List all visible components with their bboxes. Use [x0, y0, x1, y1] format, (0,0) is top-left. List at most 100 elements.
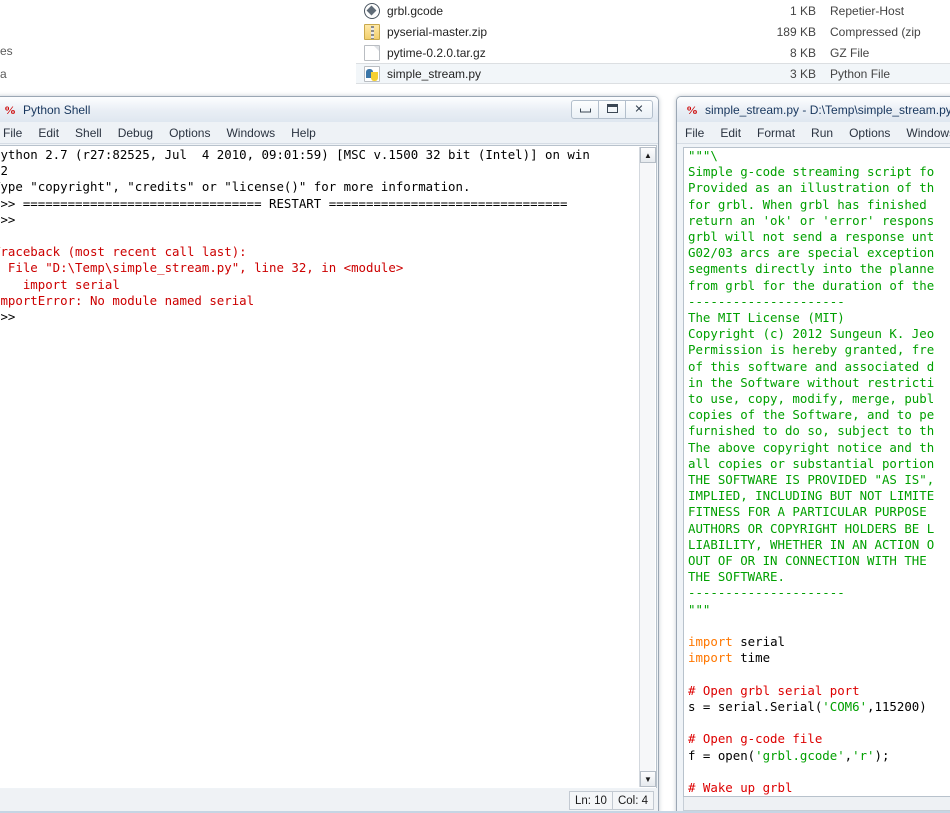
- file-name: pytime-0.2.0.tar.gz: [387, 45, 486, 60]
- code-token-str: from grbl for the duration of the: [688, 277, 935, 293]
- gcode-file-icon: [364, 2, 380, 19]
- code-token-plain: serial: [732, 634, 785, 650]
- python-shell-window[interactable]: % Python Shell ✕ File Edit Shell Debug Optio…: [0, 96, 659, 813]
- file-type: Repetier-Host: [830, 3, 905, 18]
- editor-code-line: [688, 618, 950, 634]
- code-token-str: LIABILITY, WHETHER IN AN ACTION O: [688, 536, 935, 552]
- code-token-kw: import: [688, 650, 733, 666]
- editor-code-line: IMPLIED, INCLUDING BUT NOT LIMITE: [688, 488, 950, 504]
- code-token-str: """: [688, 601, 711, 617]
- code-token-str: to use, copy, modify, merge, publ: [688, 391, 935, 407]
- python-shell-title: Python Shell: [23, 102, 91, 117]
- editor-code-line: for grbl. When grbl has finished: [688, 197, 950, 213]
- file-row[interactable]: pyserial-master.zip 189 KB Compressed (zip: [356, 21, 950, 42]
- editor-code-line: grbl will not send a response unt: [688, 229, 950, 245]
- file-row[interactable]: pytime-0.2.0.tar.gz 8 KB GZ File: [356, 42, 950, 63]
- code-token-str: AUTHORS OR COPYRIGHT HOLDERS BE L: [688, 520, 935, 536]
- code-token-com: # Wake up grbl: [688, 779, 793, 795]
- file-list[interactable]: grbl.gcode 1 KB Repetier-Host pyserial-mast…: [356, 0, 950, 88]
- background-text-fragment-1: es: [0, 44, 13, 58]
- code-token-str: THE SOFTWARE.: [688, 569, 785, 585]
- file-type: GZ File: [830, 45, 870, 60]
- editor-code-line: import time: [688, 650, 950, 666]
- editor-code-line: all copies or substantial portion: [688, 456, 950, 472]
- python-editor-code-text: """\ Simple g-code streaming script fo Pro…: [688, 148, 950, 796]
- shell-output-line: >>>: [0, 211, 16, 227]
- menu-shell-edit[interactable]: Edit: [30, 124, 67, 142]
- editor-code-line: return an 'ok' or 'error' respons: [688, 213, 950, 229]
- code-token-plain: f = open(: [688, 747, 756, 763]
- scroll-down-arrow-icon[interactable]: ▼: [640, 771, 656, 787]
- menu-shell-shell[interactable]: Shell: [67, 124, 110, 142]
- file-name: grbl.gcode: [387, 3, 444, 18]
- python-shell-menubar[interactable]: File Edit Shell Debug Options Windows Help: [0, 122, 658, 144]
- code-token-str: segments directly into the planne: [688, 261, 935, 277]
- editor-code-line: f = open('grbl.gcode','r');: [688, 748, 950, 764]
- code-token-str: THE SOFTWARE IS PROVIDED "AS IS",: [688, 472, 935, 488]
- code-token-str: of this software and associated d: [688, 358, 935, 374]
- python-shell-output-area[interactable]: Python 2.7 (r27:82525, Jul 4 2010, 09:01…: [0, 145, 657, 788]
- python-shell-window-buttons[interactable]: ✕: [571, 100, 653, 119]
- file-size: 189 KB: [776, 24, 816, 39]
- python-shell-vertical-scrollbar[interactable]: ▲ ▼: [639, 147, 656, 787]
- code-token-kw: import: [688, 634, 733, 650]
- python-editor-titlebar[interactable]: % simple_stream.py - D:\Temp\simple_stre…: [677, 97, 950, 122]
- status-line-number: Ln: 10: [568, 791, 613, 810]
- shell-output-line: import serial: [0, 276, 120, 292]
- shell-output-line: Python 2.7 (r27:82525, Jul 4 2010, 09:01…: [0, 147, 590, 162]
- code-token-str: for grbl. When grbl has finished: [688, 196, 935, 212]
- minimize-button[interactable]: [571, 100, 599, 119]
- editor-code-line: THE SOFTWARE IS PROVIDED "AS IS",: [688, 472, 950, 488]
- editor-code-line: """\: [688, 148, 950, 164]
- code-token-str: The above copyright notice and th: [688, 439, 935, 455]
- close-button[interactable]: ✕: [625, 100, 653, 119]
- code-token-com: # Open g-code file: [688, 731, 823, 747]
- code-token-str: 'grbl.gcode': [755, 747, 845, 763]
- menu-shell-options[interactable]: Options: [161, 124, 218, 142]
- code-token-str: IMPLIED, INCLUDING BUT NOT LIMITE: [688, 488, 935, 504]
- shell-output-line: >>>: [0, 309, 16, 325]
- menu-editor-edit[interactable]: Edit: [712, 124, 749, 142]
- python-editor-menubar[interactable]: FileEditFormatRunOptionsWindows: [677, 122, 950, 144]
- code-token-str: 'r': [852, 747, 875, 763]
- menu-shell-windows[interactable]: Windows: [218, 124, 283, 142]
- code-token-str: Simple g-code streaming script fo: [688, 164, 935, 180]
- editor-code-line: [688, 667, 950, 683]
- file-row[interactable]: simple_stream.py 3 KB Python File: [356, 63, 950, 84]
- code-token-str: grbl will not send a response unt: [688, 229, 935, 245]
- python-editor-window[interactable]: % simple_stream.py - D:\Temp\simple_stre…: [676, 96, 950, 813]
- menu-shell-file[interactable]: File: [0, 124, 30, 142]
- menu-editor-format[interactable]: Format: [749, 124, 803, 142]
- code-token-str: all copies or substantial portion: [688, 455, 935, 471]
- python-shell-titlebar[interactable]: % Python Shell ✕: [0, 97, 658, 122]
- python-editor-code-area[interactable]: """\ Simple g-code streaming script fo Pro…: [683, 147, 950, 797]
- menu-editor-run[interactable]: Run: [803, 124, 841, 142]
- zip-archive-icon: [364, 23, 380, 40]
- code-token-plain: s = serial.Serial(: [688, 698, 823, 714]
- maximize-button[interactable]: [598, 100, 626, 119]
- editor-code-line: s = serial.Serial('COM6',115200): [688, 699, 950, 715]
- desktop-screen: es a grbl.gcode 1 KB Repetier-Host pyserial…: [0, 0, 950, 813]
- editor-code-line: FITNESS FOR A PARTICULAR PURPOSE: [688, 504, 950, 520]
- code-token-str: OUT OF OR IN CONNECTION WITH THE: [688, 553, 935, 569]
- editor-code-line: furnished to do so, subject to th: [688, 423, 950, 439]
- code-token-str: in the Software without restricti: [688, 374, 935, 390]
- menu-editor-file[interactable]: File: [677, 124, 712, 142]
- python-file-icon: [364, 65, 380, 82]
- editor-code-line: # Open grbl serial port: [688, 683, 950, 699]
- menu-editor-options[interactable]: Options: [841, 124, 898, 142]
- python-shell-text: Python 2.7 (r27:82525, Jul 4 2010, 09:01…: [0, 147, 639, 325]
- editor-code-line: LIABILITY, WHETHER IN AN ACTION O: [688, 537, 950, 553]
- menu-shell-help[interactable]: Help: [283, 124, 324, 142]
- shell-output-line: [0, 228, 639, 244]
- file-row[interactable]: grbl.gcode 1 KB Repetier-Host: [356, 0, 950, 21]
- background-window-remnant: es a: [0, 0, 356, 88]
- menu-shell-debug[interactable]: Debug: [110, 124, 161, 142]
- editor-code-line: # Open g-code file: [688, 731, 950, 747]
- menu-editor-windows[interactable]: Windows: [898, 124, 950, 142]
- editor-code-line: copies of the Software, and to pe: [688, 407, 950, 423]
- shell-output-line: ImportError: No module named serial: [0, 292, 255, 308]
- editor-code-line: of this software and associated d: [688, 359, 950, 375]
- scroll-up-arrow-icon[interactable]: ▲: [640, 147, 656, 163]
- code-token-plain: time: [732, 650, 771, 666]
